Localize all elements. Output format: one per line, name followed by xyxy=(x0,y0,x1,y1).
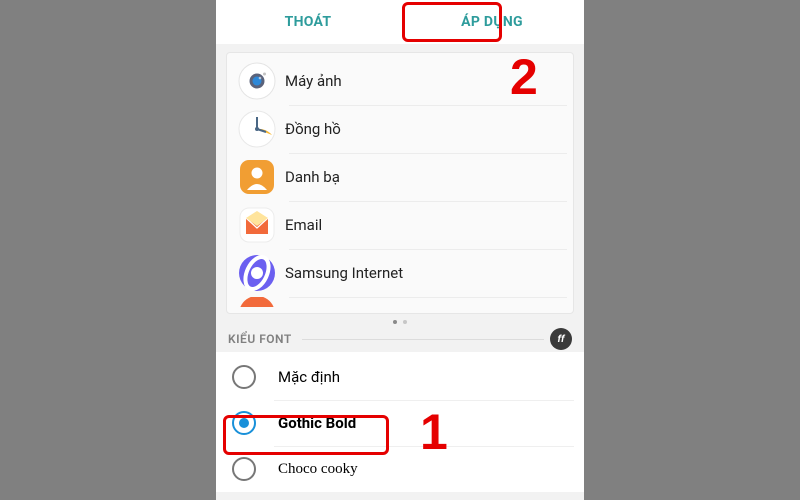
app-row-camera[interactable]: Máy ảnh xyxy=(227,57,573,105)
header-bar: THOÁT ÁP DỤNG xyxy=(216,0,584,44)
ff-badge-text: ff xyxy=(558,334,565,345)
font-section-header: KIỂU FONT ff xyxy=(228,328,572,350)
app-row-partial xyxy=(227,297,573,307)
page-dot-1[interactable] xyxy=(393,320,397,324)
clock-icon xyxy=(235,107,279,151)
phone-frame: THOÁT ÁP DỤNG Máy ảnh xyxy=(216,0,584,500)
exit-button[interactable]: THOÁT xyxy=(216,0,400,44)
contacts-icon xyxy=(235,155,279,199)
camera-icon xyxy=(235,59,279,103)
radio-checked-icon xyxy=(232,411,256,435)
font-label: Choco cooky xyxy=(278,461,358,478)
font-section-title: KIỂU FONT xyxy=(228,332,292,346)
apply-button[interactable]: ÁP DỤNG xyxy=(400,0,584,44)
radio-unchecked-icon xyxy=(232,457,256,481)
radio-unchecked-icon xyxy=(232,365,256,389)
app-row-contacts[interactable]: Danh bạ xyxy=(227,153,573,201)
email-icon xyxy=(235,203,279,247)
app-row-clock[interactable]: Đồng hồ xyxy=(227,105,573,153)
page-indicator xyxy=(216,320,584,324)
app-label: Đồng hồ xyxy=(285,120,341,138)
font-label: Mặc định xyxy=(278,368,340,386)
font-label: Gothic Bold xyxy=(278,414,356,432)
font-store-icon[interactable]: ff xyxy=(550,328,572,350)
app-row-email[interactable]: Email xyxy=(227,201,573,249)
app-label: Samsung Internet xyxy=(285,264,403,282)
apply-label: ÁP DỤNG xyxy=(461,14,523,30)
font-option-gothic-bold[interactable]: Gothic Bold xyxy=(216,400,584,446)
app-preview-card: Máy ảnh Đồng hồ xyxy=(226,52,574,314)
exit-label: THOÁT xyxy=(285,14,332,30)
app-label: Danh bạ xyxy=(285,168,340,186)
app-row-internet[interactable]: Samsung Internet xyxy=(227,249,573,297)
app-label: Máy ảnh xyxy=(285,72,342,90)
partial-icon xyxy=(235,297,279,307)
app-label: Email xyxy=(285,216,322,234)
font-list: Mặc định Gothic Bold Choco cooky xyxy=(216,352,584,492)
font-option-choco-cooky[interactable]: Choco cooky xyxy=(216,446,584,492)
internet-icon xyxy=(235,251,279,295)
page-dot-2[interactable] xyxy=(403,320,407,324)
divider-line xyxy=(302,339,544,340)
font-option-default[interactable]: Mặc định xyxy=(216,354,584,400)
